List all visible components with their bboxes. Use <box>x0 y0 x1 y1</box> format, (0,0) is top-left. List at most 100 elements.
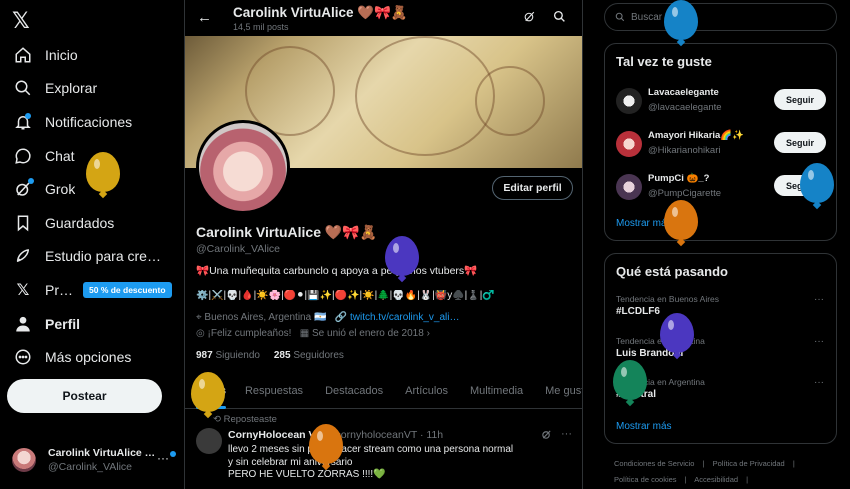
post-button[interactable]: Postear <box>7 379 162 413</box>
sidebar-item-premium[interactable]: 𝕏 Pr… 50 % de descuento <box>0 273 185 307</box>
tweet-body[interactable]: llevo 2 meses sin poder hacer stream com… <box>228 444 568 482</box>
balloon-decoration <box>385 236 419 276</box>
sidebar: 𝕏 Inicio Explorar Notificaciones Chat Gr… <box>0 0 185 489</box>
suggestion-name: PumpCi 🎃_? <box>648 173 710 184</box>
sidebar-item-label: Perfil <box>45 315 81 332</box>
more-icon[interactable]: ··· <box>157 451 169 465</box>
footer-separator: | <box>702 459 705 468</box>
more-icon[interactable]: ··· <box>561 428 572 440</box>
tab-articulos[interactable]: Artículos <box>405 372 448 409</box>
more-circle-icon <box>14 348 32 366</box>
sidebar-item-guardados[interactable]: Guardados <box>0 206 185 240</box>
tab-multimedia[interactable]: Multimedia <box>470 372 523 409</box>
profile-header-bar: ← Carolink VirtuAlice 🤎🎀🧸 14,5 mil posts <box>185 0 582 36</box>
footer-separator: | <box>746 475 749 484</box>
sidebar-item-notificaciones[interactable]: Notificaciones <box>0 105 185 139</box>
profile-link[interactable]: twitch.tv/carolink_v_ali… <box>350 312 459 323</box>
account-dot <box>170 451 176 457</box>
search-input[interactable] <box>631 11 821 23</box>
repost-icon: ⟲ <box>213 414 221 425</box>
suggestion-row[interactable]: Lavacaelegante @lavacaelegante Seguir <box>605 84 838 120</box>
back-arrow-icon[interactable]: ← <box>197 9 212 26</box>
profile-meta-line: ⌖ Buenos Aires, Argentina 🇦🇷 🔗 twitch.tv… <box>196 312 459 323</box>
more-icon[interactable]: ··· <box>814 377 824 388</box>
profile-meta-line-2: ◎ ¡Feliz cumpleaños! ▦ Se unió el enero … <box>196 328 430 339</box>
follow-button[interactable]: Seguir <box>774 89 826 110</box>
following-link[interactable]: 987 Siguiendo <box>196 350 260 361</box>
edit-profile-button[interactable]: Editar perfil <box>492 176 573 200</box>
tweet-line: llevo 2 meses sin poder hacer stream com… <box>228 444 514 455</box>
balloon-decoration <box>191 372 225 412</box>
sidebar-item-label: Chat <box>45 147 75 164</box>
account-switcher[interactable]: Carolink VirtuAlice … @Carolink_VAlice ·… <box>12 445 177 475</box>
more-icon[interactable]: ··· <box>814 336 824 347</box>
tab-destacados[interactable]: Destacados <box>325 372 383 409</box>
birthday-text: ¡Feliz cumpleaños! <box>207 328 292 339</box>
profile-name: Carolink VirtuAlice 🤎🎀🧸 <box>196 224 378 240</box>
footer-link[interactable]: Política de Privacidad <box>713 459 785 468</box>
balloon-decoration <box>800 163 834 203</box>
avatar[interactable] <box>196 428 222 454</box>
suggestion-name: Lavacaelegante <box>648 87 719 98</box>
sidebar-item-label: Grok <box>45 181 76 198</box>
sidebar-item-label: Notificaciones <box>45 113 133 130</box>
suggestion-name: Amayori Hikaria🌈✨ <box>648 130 744 141</box>
following-label: Siguiendo <box>215 350 260 361</box>
x-premium-icon: 𝕏 <box>16 281 30 299</box>
joined-date: Se unió el enero de 2018 <box>312 328 424 339</box>
balloon-decoration <box>86 152 120 192</box>
tab-me-gusta[interactable]: Me gusta <box>545 372 582 409</box>
show-more-link[interactable]: Mostrar más <box>616 421 672 432</box>
more-icon[interactable]: ··· <box>814 294 824 305</box>
balloon-decoration <box>309 424 343 464</box>
link-icon: 🔗 <box>334 312 348 323</box>
sidebar-item-label: Inicio <box>45 46 78 63</box>
trend-item[interactable]: Tendencia en Buenos Aires #LCDLF6 ··· <box>605 294 838 328</box>
trend-context: Tendencia en Buenos Aires <box>616 294 720 304</box>
chevron-right-icon[interactable]: › <box>427 328 430 339</box>
app-window: 𝕏 Inicio Explorar Notificaciones Chat Gr… <box>0 0 850 489</box>
repost-label: Reposteaste <box>223 414 277 425</box>
sidebar-item-label: Guardados <box>45 214 115 231</box>
rocket-icon <box>14 247 32 265</box>
balloon-decoration <box>613 360 647 400</box>
profile-bio: 🎀Una muñequita carbunclo q apoya a peque… <box>196 265 478 277</box>
profile-column: ← Carolink VirtuAlice 🤎🎀🧸 14,5 mil posts… <box>185 0 583 489</box>
tweet-handle-time[interactable]: @cornyholoceanVT · 11h <box>325 429 443 441</box>
balloon-decoration <box>664 0 698 40</box>
right-sidebar: Tal vez te guste Lavacaelegante @lavacae… <box>583 0 850 489</box>
search-icon <box>14 79 32 97</box>
footer-link[interactable]: Condiciones de Servicio <box>614 459 694 468</box>
x-logo-icon[interactable]: 𝕏 <box>12 8 30 34</box>
profile-avatar[interactable] <box>196 120 290 214</box>
follow-button[interactable]: Seguir <box>774 132 826 153</box>
account-handle: @Carolink_VAlice <box>48 461 132 473</box>
tweet-line: y sin celebrar mi aniversario <box>228 456 353 468</box>
search-icon <box>615 10 625 25</box>
sidebar-item-inicio[interactable]: Inicio <box>0 38 185 72</box>
sidebar-item-perfil[interactable]: Perfil <box>0 307 185 341</box>
grok-icon[interactable] <box>523 10 536 26</box>
sidebar-item-estudio[interactable]: Estudio para cre… <box>0 240 185 274</box>
trends-card: Qué está pasando Tendencia en Buenos Air… <box>604 253 837 444</box>
footer-links: Política de cookies | Accesibilidad | <box>614 475 754 484</box>
banner-sketch-shape <box>475 66 545 136</box>
followers-link[interactable]: 285 Seguidores <box>274 350 344 361</box>
suggestion-row[interactable]: Amayori Hikaria🌈✨ @Hikarianohikari Segui… <box>605 127 838 163</box>
profile-tabs: Posts Respuestas Destacados Artículos Mu… <box>185 372 582 409</box>
tweet-author[interactable]: CornyHolocean VT <box>228 429 322 441</box>
avatar <box>616 174 642 200</box>
sidebar-item-label: Pr… <box>45 281 73 298</box>
sidebar-item-explorar[interactable]: Explorar <box>0 72 185 106</box>
sidebar-item-mas-opciones[interactable]: Más opciones <box>0 340 185 374</box>
tweet-line: PERO HE VUELTO ZORRAS !!!!💚 <box>228 469 386 480</box>
post-count: 14,5 mil posts <box>233 22 289 32</box>
footer-link[interactable]: Política de cookies <box>614 475 677 484</box>
footer-link[interactable]: Accesibilidad <box>694 475 738 484</box>
search-icon[interactable] <box>553 10 566 26</box>
location-icon: ⌖ <box>196 312 202 323</box>
tab-respuestas[interactable]: Respuestas <box>245 372 303 409</box>
grok-icon[interactable] <box>541 429 552 443</box>
calendar-icon: ▦ <box>299 328 310 339</box>
search-box[interactable] <box>604 3 837 31</box>
